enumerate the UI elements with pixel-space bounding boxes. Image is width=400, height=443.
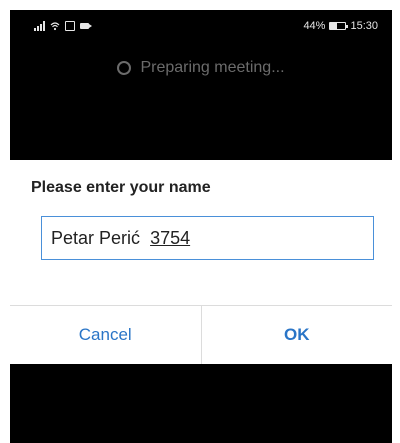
dialog-buttons: Cancel OK bbox=[10, 305, 392, 364]
status-bar: 44% 15:30 bbox=[10, 10, 392, 38]
battery-level bbox=[330, 23, 338, 29]
name-input-composing-text: 3754 bbox=[150, 228, 191, 248]
battery-percent: 44% bbox=[303, 20, 326, 32]
name-dialog: Please enter your name Petar Perić 3754 … bbox=[10, 160, 392, 364]
name-input-committed-text: Petar Perić bbox=[51, 228, 141, 248]
dialog-title: Please enter your name bbox=[31, 179, 211, 196]
name-input[interactable]: Petar Perić 3754 bbox=[41, 216, 374, 260]
clock: 15:30 bbox=[350, 20, 378, 32]
battery-icon bbox=[329, 22, 349, 30]
phone-screen: 44% 15:30 Preparing meeting... Please en… bbox=[10, 10, 392, 443]
wifi-icon bbox=[50, 21, 60, 31]
preparing-status: Preparing meeting... bbox=[10, 59, 392, 77]
status-icons-right: 44% 15:30 bbox=[303, 20, 378, 32]
spinner-icon bbox=[117, 61, 132, 75]
signal-icon bbox=[34, 21, 45, 31]
preparing-text: Preparing meeting... bbox=[140, 59, 285, 76]
camera-icon bbox=[80, 23, 92, 29]
vibrate-icon bbox=[65, 21, 75, 31]
cancel-button[interactable]: Cancel bbox=[10, 306, 201, 364]
ok-button[interactable]: OK bbox=[200, 306, 393, 364]
status-icons-left bbox=[34, 19, 92, 31]
